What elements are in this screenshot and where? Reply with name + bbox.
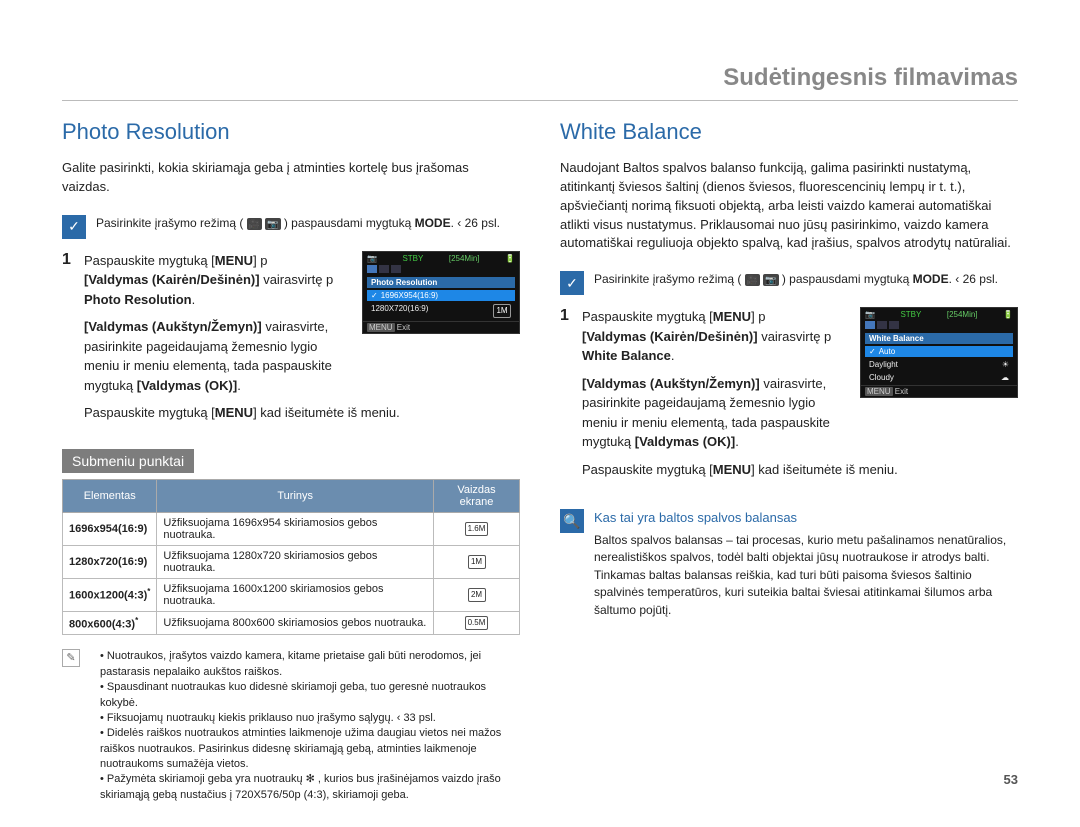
res-icon-05m: 0.5M: [465, 616, 489, 630]
movie-icon: 🎥: [247, 218, 262, 230]
section-title-photo: Photo Resolution: [62, 119, 520, 145]
check-icon: ✓: [62, 215, 86, 239]
resolution-table: Elementas Turinys Vaizdas ekrane 1696x95…: [62, 479, 520, 636]
res-icon-16m: 1.6M: [465, 522, 489, 536]
movie-icon: 🎥: [745, 274, 760, 286]
lcd-sel: ✓Auto: [865, 346, 1013, 357]
lcd-preview-wb: 📷 STBY [254Min] 🔋 White Balance ✓Auto Da…: [860, 307, 1018, 398]
note-bar-right: ✓ Pasirinkite įrašymo režimą ( 🎥 📷 ) pas…: [560, 271, 1018, 295]
col-content: Turinys: [157, 479, 434, 512]
page-number: 53: [1004, 772, 1018, 787]
lcd-r2: Cloudy☁: [865, 372, 1013, 383]
step-num-1: 1: [62, 251, 76, 310]
intro-left: Galite pasirinkti, kokia skiriamąja geba…: [62, 159, 520, 197]
cloud-icon: ☁: [1001, 373, 1009, 382]
section-title-wb: White Balance: [560, 119, 1018, 145]
lcd-stby: STBY: [402, 254, 423, 263]
res-icon-2m: 2M: [468, 588, 486, 602]
note-bar-left: ✓ Pasirinkite įrašymo režimą ( 🎥 📷 ) pas…: [62, 215, 520, 239]
note-icon: ✎: [62, 649, 80, 667]
step-num-2: [560, 374, 574, 452]
lcd-menu-title: Photo Resolution: [367, 277, 515, 288]
table-row: 1280x720(16:9) Užfiksuojama 1280x720 ski…: [63, 545, 520, 578]
magnifier-icon: 🔍: [560, 509, 584, 533]
camera-icon: 📷: [763, 274, 778, 286]
section-divider: [62, 100, 1018, 101]
step-num-1: 1: [560, 307, 574, 366]
table-row: 800x600(4:3)* Užfiksuojama 800x600 skiri…: [63, 611, 520, 635]
star-icon: *: [147, 587, 150, 596]
submenu-heading: Submeniu punktai: [62, 449, 194, 473]
lcd-time: [254Min]: [449, 254, 480, 263]
note-text-right: Pasirinkite įrašymo režimą ( 🎥 📷 ) paspa…: [594, 271, 1018, 288]
lcd-preview-photo: 📷 STBY [254Min] 🔋 Photo Resolution ✓1696…: [362, 251, 520, 334]
lcd-menu-title: White Balance: [865, 333, 1013, 344]
step-num-3: [560, 460, 574, 480]
step-num-3: [62, 403, 76, 423]
col-element: Elementas: [63, 479, 157, 512]
table-row: 1696x954(16:9) Užfiksuojama 1696x954 ski…: [63, 512, 520, 545]
info-body-text: Baltos spalvos balansas – tai procesas, …: [594, 532, 1018, 619]
bullets-block: ✎ • Nuotraukos, įrašytos vaizdo kamera, …: [62, 649, 520, 803]
col-image: Vaizdas ekrane: [434, 479, 520, 512]
info-box: 🔍 Kas tai yra baltos spalvos balansas Ba…: [560, 509, 1018, 619]
lcd-stby: STBY: [900, 310, 921, 319]
info-title: Kas tai yra baltos spalvos balansas: [594, 509, 1018, 528]
lcd-r1: 1280X720(16:9)1M: [367, 303, 515, 319]
lcd-sel: ✓1696X954(16:9): [367, 290, 515, 301]
sun-icon: ☀: [1002, 360, 1009, 369]
check-icon: ✓: [560, 271, 584, 295]
lcd-time: [254Min]: [947, 310, 978, 319]
chapter-title: Sudėtingesnis filmavimas: [62, 64, 1018, 92]
star-icon: *: [135, 616, 138, 625]
table-row: 1600x1200(4:3)* Užfiksuojama 1600x1200 s…: [63, 578, 520, 611]
res-icon-1m: 1M: [468, 555, 486, 569]
note-text-left: Pasirinkite įrašymo režimą ( 🎥 📷 ) paspa…: [96, 215, 520, 232]
step-num-2: [62, 317, 76, 395]
lcd-r1: Daylight☀: [865, 359, 1013, 370]
left-column: Photo Resolution Galite pasirinkti, koki…: [62, 119, 520, 807]
right-column: White Balance Naudojant Baltos spalvos b…: [560, 119, 1018, 807]
camera-icon: 📷: [265, 218, 280, 230]
intro-right: Naudojant Baltos spalvos balanso funkcij…: [560, 159, 1018, 253]
